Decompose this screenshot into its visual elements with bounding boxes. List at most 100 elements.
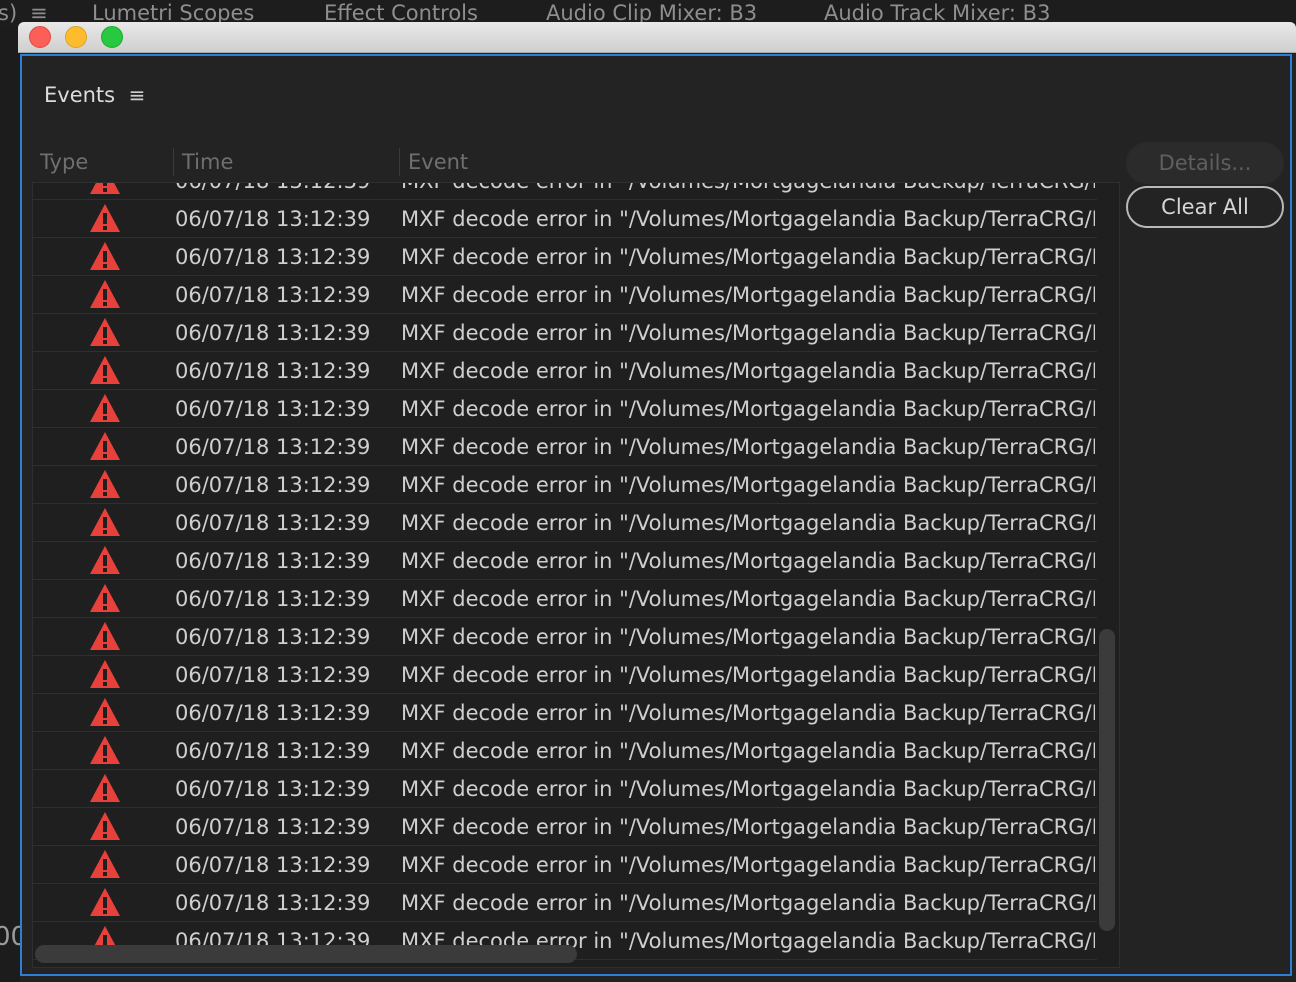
- event-message: MXF decode error in "/Volumes/Mortgagela…: [401, 701, 1095, 725]
- event-time: 06/07/18 13:12:39: [175, 473, 371, 497]
- table-row[interactable]: 06/07/18 13:12:39 MXF decode error in "/V…: [33, 504, 1097, 542]
- column-header-time[interactable]: Time: [182, 146, 233, 178]
- warning-icon: [89, 393, 121, 423]
- event-message: MXF decode error in "/Volumes/Mortgagela…: [401, 663, 1095, 687]
- events-list[interactable]: 06/07/18 13:12:39 MXF decode error in "/V…: [32, 182, 1120, 968]
- event-message: MXF decode error in "/Volumes/Mortgagela…: [401, 587, 1095, 611]
- table-row[interactable]: 06/07/18 13:12:39 MXF decode error in "/V…: [33, 466, 1097, 504]
- warning-icon: [89, 241, 121, 271]
- table-row[interactable]: 06/07/18 13:12:39 MXF decode error in "/V…: [33, 390, 1097, 428]
- event-message: MXF decode error in "/Volumes/Mortgagela…: [401, 777, 1095, 801]
- events-window: Events ≡ Type Time Event Details... Clea…: [18, 22, 1296, 982]
- table-row[interactable]: 06/07/18 13:12:39 MXF decode error in "/V…: [33, 428, 1097, 466]
- table-row[interactable]: 06/07/18 13:12:39 MXF decode error in "/V…: [33, 542, 1097, 580]
- warning-icon: [89, 431, 121, 461]
- close-window-button[interactable]: [29, 26, 51, 48]
- warning-icon: [89, 183, 121, 195]
- warning-icon: [89, 469, 121, 499]
- warning-icon: [89, 279, 121, 309]
- event-message: MXF decode error in "/Volumes/Mortgagela…: [401, 359, 1095, 383]
- details-button[interactable]: Details...: [1126, 142, 1284, 184]
- table-row[interactable]: 06/07/18 13:12:39 MXF decode error in "/V…: [33, 694, 1097, 732]
- event-time: 06/07/18 13:12:39: [175, 549, 371, 573]
- table-row[interactable]: 06/07/18 13:12:39 MXF decode error in "/V…: [33, 656, 1097, 694]
- event-time: 06/07/18 13:12:39: [175, 511, 371, 535]
- warning-icon: [89, 735, 121, 765]
- minimize-window-button[interactable]: [65, 26, 87, 48]
- zoom-window-button[interactable]: [101, 26, 123, 48]
- event-message: MXF decode error in "/Volumes/Mortgagela…: [401, 245, 1095, 269]
- table-row[interactable]: 06/07/18 13:12:39 MXF decode error in "/V…: [33, 276, 1097, 314]
- table-row[interactable]: 06/07/18 13:12:39 MXF decode error in "/V…: [33, 884, 1097, 922]
- event-message: MXF decode error in "/Volumes/Mortgagela…: [401, 815, 1095, 839]
- event-message: MXF decode error in "/Volumes/Mortgagela…: [401, 321, 1095, 345]
- warning-icon: [89, 849, 121, 879]
- event-time: 06/07/18 13:12:39: [175, 207, 371, 231]
- warning-icon: [89, 545, 121, 575]
- table-row[interactable]: 06/07/18 13:12:39 MXF decode error in "/V…: [33, 580, 1097, 618]
- event-message: MXF decode error in "/Volumes/Mortgagela…: [401, 853, 1095, 877]
- events-panel: Events ≡ Type Time Event Details... Clea…: [20, 54, 1292, 976]
- warning-icon: [89, 697, 121, 727]
- warning-icon: [89, 621, 121, 651]
- column-header-event[interactable]: Event: [408, 146, 468, 178]
- events-rows: 06/07/18 13:12:39 MXF decode error in "/V…: [33, 183, 1097, 960]
- event-time: 06/07/18 13:12:39: [175, 777, 371, 801]
- event-time: 06/07/18 13:12:39: [175, 739, 371, 763]
- event-message: MXF decode error in "/Volumes/Mortgagela…: [401, 511, 1095, 535]
- event-time: 06/07/18 13:12:39: [175, 245, 371, 269]
- event-message: MXF decode error in "/Volumes/Mortgagela…: [401, 549, 1095, 573]
- table-row[interactable]: 06/07/18 13:12:39 MXF decode error in "/V…: [33, 770, 1097, 808]
- warning-icon: [89, 203, 121, 233]
- window-titlebar[interactable]: [18, 22, 1296, 53]
- event-message: MXF decode error in "/Volumes/Mortgagela…: [401, 207, 1095, 231]
- warning-icon: [89, 887, 121, 917]
- warning-icon: [89, 317, 121, 347]
- table-row[interactable]: 06/07/18 13:12:39 MXF decode error in "/V…: [33, 732, 1097, 770]
- event-time: 06/07/18 13:12:39: [175, 663, 371, 687]
- event-time: 06/07/18 13:12:39: [175, 625, 371, 649]
- table-row[interactable]: 06/07/18 13:12:39 MXF decode error in "/V…: [33, 846, 1097, 884]
- warning-icon: [89, 507, 121, 537]
- table-row[interactable]: 06/07/18 13:12:39 MXF decode error in "/V…: [33, 352, 1097, 390]
- warning-icon: [89, 773, 121, 803]
- table-row[interactable]: 06/07/18 13:12:39 MXF decode error in "/V…: [33, 808, 1097, 846]
- event-time: 06/07/18 13:12:39: [175, 397, 371, 421]
- background-left-strip: 00: [0, 26, 20, 982]
- event-time: 06/07/18 13:12:39: [175, 359, 371, 383]
- event-time: 06/07/18 13:12:39: [175, 435, 371, 459]
- event-message: MXF decode error in "/Volumes/Mortgagela…: [401, 473, 1095, 497]
- event-time: 06/07/18 13:12:39: [175, 321, 371, 345]
- event-time: 06/07/18 13:12:39: [175, 587, 371, 611]
- column-divider[interactable]: [399, 148, 400, 176]
- table-row[interactable]: 06/07/18 13:12:39 MXF decode error in "/V…: [33, 200, 1097, 238]
- column-header-type[interactable]: Type: [40, 146, 88, 178]
- warning-icon: [89, 583, 121, 613]
- warning-icon: [89, 355, 121, 385]
- event-time: 06/07/18 13:12:39: [175, 283, 371, 307]
- event-message: MXF decode error in "/Volumes/Mortgagela…: [401, 183, 1095, 200]
- table-row[interactable]: 06/07/18 13:12:39 MXF decode error in "/V…: [33, 618, 1097, 656]
- event-time: 06/07/18 13:12:39: [175, 815, 371, 839]
- panel-title: Events: [44, 83, 116, 107]
- event-time: 06/07/18 13:12:39: [175, 183, 370, 200]
- column-divider[interactable]: [173, 148, 174, 176]
- table-row[interactable]: 06/07/18 13:12:39 MXF decode error in "/V…: [33, 183, 1097, 200]
- panel-menu-icon[interactable]: ≡: [126, 85, 148, 105]
- horizontal-scrollbar-thumb[interactable]: [35, 945, 577, 963]
- warning-icon: [89, 811, 121, 841]
- event-message: MXF decode error in "/Volumes/Mortgagela…: [401, 739, 1095, 763]
- warning-icon: [89, 659, 121, 689]
- event-message: MXF decode error in "/Volumes/Mortgagela…: [401, 625, 1095, 649]
- event-message: MXF decode error in "/Volumes/Mortgagela…: [401, 435, 1095, 459]
- event-message: MXF decode error in "/Volumes/Mortgagela…: [401, 397, 1095, 421]
- table-row[interactable]: 06/07/18 13:12:39 MXF decode error in "/V…: [33, 238, 1097, 276]
- background-fragment: s): [0, 1, 18, 25]
- vertical-scrollbar-thumb[interactable]: [1099, 629, 1115, 931]
- event-message: MXF decode error in "/Volumes/Mortgagela…: [401, 283, 1095, 307]
- event-message: MXF decode error in "/Volumes/Mortgagela…: [401, 891, 1095, 915]
- background-left-fragment: 00: [0, 922, 20, 952]
- event-time: 06/07/18 13:12:39: [175, 701, 371, 725]
- clear-all-button[interactable]: Clear All: [1126, 186, 1284, 228]
- table-row[interactable]: 06/07/18 13:12:39 MXF decode error in "/V…: [33, 314, 1097, 352]
